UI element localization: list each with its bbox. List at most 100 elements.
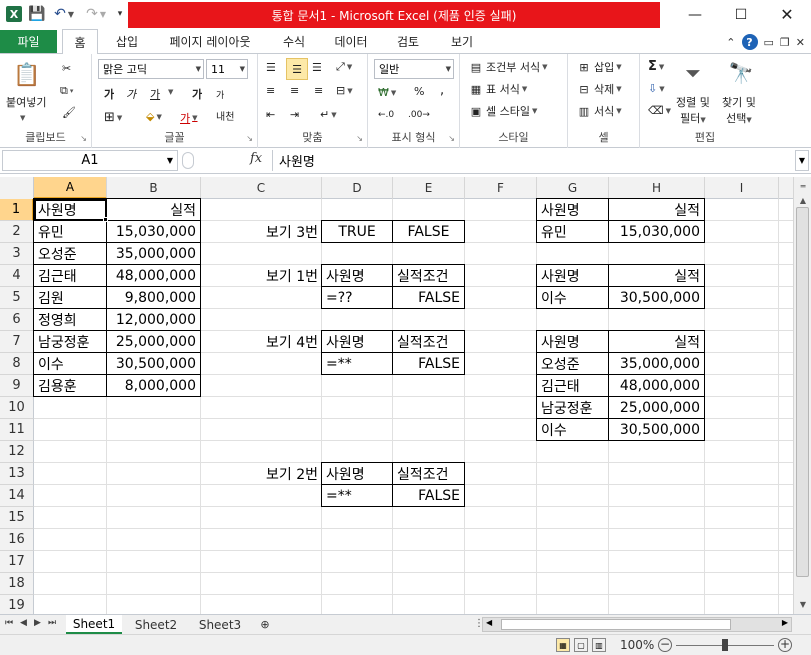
- tab-formulas[interactable]: 수식: [276, 29, 312, 54]
- cell-c13[interactable]: 보기 2번: [201, 463, 322, 485]
- cell-a6[interactable]: 정영희: [33, 308, 107, 331]
- cell-a5[interactable]: 김원: [33, 286, 107, 309]
- tab-review[interactable]: 검토: [390, 29, 426, 54]
- find-select-button[interactable]: 찾기 및 선택▼: [722, 94, 756, 126]
- scroll-right-icon[interactable]: ▶: [782, 618, 788, 627]
- cell-e2[interactable]: FALSE: [392, 220, 465, 243]
- alignment-launcher-icon[interactable]: ↘: [356, 134, 363, 143]
- clipboard-launcher-icon[interactable]: ↘: [80, 134, 87, 143]
- cell-h4[interactable]: 실적: [608, 264, 705, 287]
- row-header-9[interactable]: 9: [0, 375, 34, 397]
- italic-button[interactable]: 가: [126, 86, 136, 102]
- font-name-dropdown-icon[interactable]: ▼: [196, 65, 201, 73]
- horizontal-scroll-thumb[interactable]: [501, 619, 731, 630]
- cell-g1[interactable]: 사원명: [536, 198, 609, 221]
- cell-d4[interactable]: 사원명: [321, 264, 393, 287]
- cell-d14[interactable]: =**: [321, 484, 393, 507]
- vertical-scrollbar[interactable]: ═ ▲ ▼: [793, 177, 811, 614]
- scroll-up-icon[interactable]: ▲: [795, 193, 811, 207]
- cell-a9[interactable]: 김용훈: [33, 374, 107, 397]
- cell-g7[interactable]: 사원명: [536, 330, 609, 353]
- cell-g10[interactable]: 남궁정훈: [536, 396, 609, 419]
- format-painter-icon[interactable]: 🖌: [62, 106, 76, 119]
- wrap-text-icon[interactable]: ↵ ▼: [320, 108, 337, 121]
- insert-sheet-icon[interactable]: ⊕: [254, 615, 276, 634]
- row-header-2[interactable]: 2: [0, 221, 34, 243]
- cell-b6[interactable]: 12,000,000: [106, 308, 201, 331]
- conditional-formatting-button[interactable]: ▤ 조건부 서식 ▼: [468, 59, 548, 75]
- row-header-14[interactable]: 14: [0, 485, 34, 507]
- comma-button[interactable]: ,: [440, 83, 444, 98]
- help-icon[interactable]: ?: [741, 34, 758, 50]
- increase-indent-icon[interactable]: ⇥: [290, 108, 299, 121]
- insert-cells-button[interactable]: ⊞ 삽입 ▼: [576, 59, 621, 75]
- cell-c4[interactable]: 보기 1번: [201, 265, 322, 287]
- fill-icon[interactable]: ⇩ ▼: [648, 82, 665, 95]
- cell-h10[interactable]: 25,000,000: [608, 396, 705, 419]
- number-format-dropdown-icon[interactable]: ▼: [446, 65, 451, 73]
- cell-h11[interactable]: 30,500,000: [608, 418, 705, 441]
- first-sheet-icon[interactable]: ⏮: [5, 618, 13, 628]
- expand-formula-bar-icon[interactable]: ▼: [795, 150, 809, 171]
- font-size-dropdown-icon[interactable]: ▼: [240, 65, 245, 73]
- cell-b8[interactable]: 30,500,000: [106, 352, 201, 375]
- paste-dropdown-icon[interactable]: ▼: [20, 114, 25, 122]
- paste-icon[interactable]: 📋: [13, 60, 40, 90]
- autosum-button[interactable]: Σ ▼: [648, 59, 664, 74]
- tab-file[interactable]: 파일: [0, 30, 57, 53]
- row-header-13[interactable]: 13: [0, 463, 34, 485]
- cell-g8[interactable]: 오성준: [536, 352, 609, 375]
- redo-dropdown-icon[interactable]: ▼: [99, 6, 107, 22]
- underline-dropdown-icon[interactable]: ▼: [168, 88, 173, 96]
- sort-filter-icon[interactable]: ⏷: [678, 58, 708, 88]
- zoom-in-icon[interactable]: +: [778, 638, 792, 652]
- page-break-view-icon[interactable]: ▥: [592, 638, 606, 652]
- cell-b7[interactable]: 25,000,000: [106, 330, 201, 353]
- align-middle-icon[interactable]: ☰: [286, 58, 308, 80]
- last-sheet-icon[interactable]: ⏭: [48, 618, 56, 628]
- cell-d5[interactable]: =??: [321, 286, 393, 309]
- insert-function-icon[interactable]: fx: [250, 151, 262, 166]
- normal-view-icon[interactable]: ▦: [556, 638, 570, 652]
- column-header-b[interactable]: B: [107, 177, 201, 199]
- formula-bar-resize-handle[interactable]: [182, 152, 194, 169]
- formula-input[interactable]: 사원명: [272, 150, 792, 171]
- cell-b4[interactable]: 48,000,000: [106, 264, 201, 287]
- font-color-button[interactable]: 가 ▼: [180, 110, 198, 126]
- close-button[interactable]: ✕: [764, 0, 810, 29]
- clear-icon[interactable]: ⌫ ▼: [648, 104, 671, 117]
- undo-dropdown-icon[interactable]: ▼: [67, 6, 75, 22]
- cell-a4[interactable]: 김근태: [33, 264, 107, 287]
- row-header-15[interactable]: 15: [0, 507, 34, 529]
- copy-icon[interactable]: ⧉ ▾: [60, 84, 73, 98]
- fill-handle[interactable]: [103, 217, 108, 222]
- sort-filter-button[interactable]: 정렬 및 필터▼: [676, 94, 710, 126]
- cell-styles-button[interactable]: ▣ 셀 스타일 ▼: [468, 103, 538, 119]
- prev-sheet-icon[interactable]: ◀: [20, 618, 27, 628]
- cell-h2[interactable]: 15,030,000: [608, 220, 705, 243]
- select-all-corner[interactable]: [0, 177, 34, 199]
- align-bottom-icon[interactable]: ☰: [312, 61, 322, 74]
- align-center-icon[interactable]: ≡: [290, 84, 299, 97]
- cell-h9[interactable]: 48,000,000: [608, 374, 705, 397]
- tab-home[interactable]: 홈: [62, 29, 98, 55]
- fill-color-icon[interactable]: ⬙ ▼: [146, 110, 162, 123]
- orientation-icon[interactable]: ⤢ ▼: [336, 60, 352, 74]
- cut-icon[interactable]: ✂: [62, 62, 71, 75]
- align-right-icon[interactable]: ≡: [314, 84, 323, 97]
- align-top-icon[interactable]: ☰: [266, 61, 276, 74]
- cell-b9[interactable]: 8,000,000: [106, 374, 201, 397]
- cell-g5[interactable]: 이수: [536, 286, 609, 309]
- cell-e13[interactable]: 실적조건: [392, 462, 465, 485]
- tab-view[interactable]: 보기: [444, 29, 480, 54]
- row-header-3[interactable]: 3: [0, 243, 34, 265]
- column-header-c[interactable]: C: [201, 177, 322, 199]
- tab-data[interactable]: 데이터: [328, 29, 374, 54]
- cell-c2[interactable]: 보기 3번: [201, 221, 322, 243]
- column-header-i[interactable]: I: [705, 177, 779, 199]
- save-icon[interactable]: 💾: [28, 6, 45, 22]
- format-as-table-button[interactable]: ▦ 표 서식 ▼: [468, 81, 527, 97]
- row-header-5[interactable]: 5: [0, 287, 34, 309]
- cell-b2[interactable]: 15,030,000: [106, 220, 201, 243]
- cell-a1[interactable]: 사원명: [33, 198, 107, 221]
